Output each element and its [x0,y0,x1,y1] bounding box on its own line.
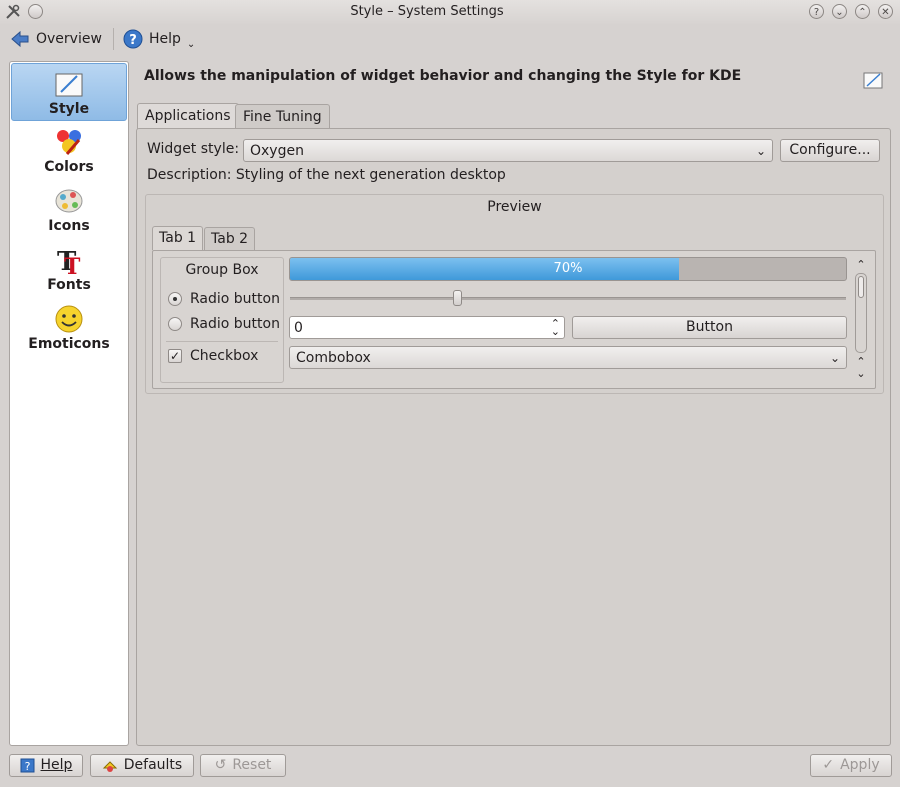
spin-arrows-icon: ⌃ ⌄ [550,316,560,338]
sidebar-item-label: Style [48,101,90,117]
tab-fine-tuning[interactable]: Fine Tuning [235,104,330,128]
sidebar-item-label: Icons [48,218,90,234]
help-window-button[interactable]: ? [809,4,824,19]
radio-indicator [168,317,182,331]
radio-indicator [168,292,182,306]
emoticons-icon [55,305,83,333]
page-title: Allows the manipulation of widget behavi… [144,68,742,84]
defaults-button-label: Defaults [123,757,183,773]
slider-track[interactable] [290,297,846,300]
reset-button-label: Reset [232,757,272,773]
group-box-title: Group Box [185,262,259,278]
reset-button[interactable]: ↺ Reset [200,754,286,777]
close-button[interactable]: ✕ [878,4,893,19]
sidebar-item-label: Colors [44,159,94,175]
back-arrow-icon [11,30,29,48]
combobox-value: Combobox [296,349,371,366]
sidebar: Style Colors Icons TT Fonts Emoticons [9,61,129,746]
overview-button[interactable]: Overview [10,26,102,52]
chevron-down-icon: ⌄ [186,38,196,50]
widget-style-value: Oxygen [250,142,304,159]
preview-tab-2[interactable]: Tab 2 [204,227,256,250]
window-title: Style – System Settings [350,4,504,19]
radio-label: Radio button [190,291,280,307]
checkbox[interactable]: ✓ Checkbox [168,348,258,364]
minimize-button[interactable]: ⌄ [832,4,847,19]
maximize-button[interactable]: ⌃ [855,4,870,19]
reset-icon: ↺ [214,757,227,773]
overview-label: Overview [36,31,102,47]
sidebar-item-fonts[interactable]: TT Fonts [11,240,127,298]
apply-button[interactable]: ✓ Apply [810,754,892,777]
preview-combobox[interactable]: Combobox ⌄ [289,346,847,369]
svg-text:T: T [64,254,81,276]
toolbar-separator [113,28,114,50]
sidebar-item-label: Emoticons [28,336,110,352]
svg-text:?: ? [129,33,137,48]
progress-bar: 70% [289,257,847,281]
fonts-icon: TT [57,247,81,276]
scrollbar-thumb[interactable] [858,276,864,298]
scroll-down-icon[interactable]: ⌄ [854,367,868,380]
checkbox-label: Checkbox [190,348,259,364]
help-menu-button[interactable]: ? Help ⌄ [123,26,195,52]
widget-style-label: Widget style: [147,141,240,157]
style-icon [55,73,83,97]
configure-button[interactable]: Configure... [780,139,880,162]
style-description: Description: Styling of the next generat… [147,167,506,183]
spin-box-value: 0 [294,319,303,336]
radio-button-1[interactable]: Radio button [168,291,280,307]
radio-button-2[interactable]: Radio button [168,316,280,332]
group-divider [166,341,278,342]
check-icon: ✓ [822,757,835,773]
sidebar-item-icons[interactable]: Icons [11,181,127,239]
icons-icon [55,189,83,213]
help-label: Help [149,31,181,47]
sidebar-item-label: Fonts [47,277,91,293]
apply-button-label: Apply [840,757,880,773]
preview-button[interactable]: Button [572,316,847,339]
defaults-button[interactable]: Defaults [90,754,194,777]
preview-tab-1[interactable]: Tab 1 [152,226,204,250]
scroll-down-icon[interactable]: ⌃ [854,355,868,368]
sidebar-item-emoticons[interactable]: Emoticons [11,299,127,357]
radio-label: Radio button [190,316,280,332]
sidebar-item-colors[interactable]: Colors [11,122,127,180]
tab-applications[interactable]: Applications [137,103,239,129]
check-icon: ✓ [168,349,182,363]
progress-text: 70% [553,261,583,276]
chevron-down-icon: ⌄ [829,350,840,365]
svg-text:?: ? [24,760,30,773]
help-icon: ? [123,29,143,49]
module-style-icon [862,70,884,90]
defaults-icon [102,761,117,772]
chevron-down-icon: ⌄ [755,143,766,158]
slider-handle[interactable] [452,290,462,306]
help-button[interactable]: ? Help [9,754,83,777]
preview-title: Preview [487,199,542,215]
scroll-up-icon[interactable]: ⌃ [854,258,868,271]
colors-icon [57,130,81,155]
help-book-icon: ? [20,758,35,773]
scrollbar-track[interactable] [855,273,867,353]
spin-box[interactable]: 0 ⌃ ⌄ [289,316,565,339]
sidebar-item-style[interactable]: Style [11,63,127,121]
widget-style-combobox[interactable]: Oxygen ⌄ [243,139,773,162]
help-button-label: Help [40,757,73,773]
